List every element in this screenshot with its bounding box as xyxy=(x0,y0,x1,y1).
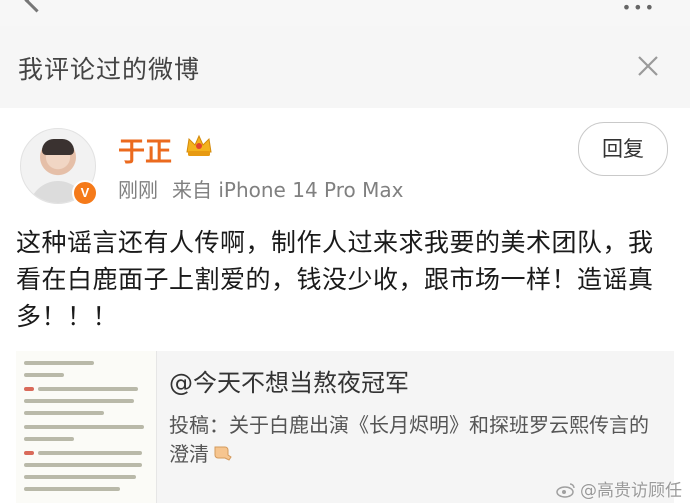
quoted-post-thumbnail[interactable] xyxy=(16,351,157,503)
post-source: 来自 iPhone 14 Pro Max xyxy=(172,178,404,202)
verified-badge-icon: V xyxy=(72,180,98,206)
weibo-logo-icon xyxy=(556,482,576,498)
reply-button[interactable]: 回复 xyxy=(578,122,668,176)
quoted-text: 投稿：关于白鹿出演《长月烬明》和探班罗云熙传言的澄清 xyxy=(169,411,659,469)
post-time: 刚刚 xyxy=(118,178,158,202)
watermark-text: @高贵访顾任 xyxy=(580,481,682,501)
crown-icon xyxy=(184,132,214,158)
close-icon[interactable] xyxy=(636,54,660,78)
quoted-author[interactable]: @今天不想当熬夜冠军 xyxy=(169,363,409,398)
page-header: 我评论过的微博 xyxy=(0,26,690,109)
pointing-down-hand-icon xyxy=(211,442,233,461)
back-icon[interactable] xyxy=(24,0,49,13)
author-name[interactable]: 于正 xyxy=(118,130,172,169)
more-icon[interactable]: ••• xyxy=(622,0,656,17)
avatar-hair xyxy=(42,139,74,155)
page-title: 我评论过的微博 xyxy=(18,55,201,84)
post-meta: 刚刚 来自 iPhone 14 Pro Max xyxy=(118,174,417,203)
post-text: 这种谣言还有人传啊，制作人过来求我要的美术团队，我看在白鹿面子上割爱的，钱没少收… xyxy=(16,228,654,331)
watermark: @高贵访顾任 xyxy=(556,476,682,501)
status-strip: ••• xyxy=(0,0,690,26)
weibo-post-card: V 于正 刚刚 来自 iPhone 14 Pro Max 回复 这种谣言还有人传啊… xyxy=(0,108,690,503)
quoted-text-content: 投稿：关于白鹿出演《长月烬明》和探班罗云熙传言的澄清 xyxy=(169,413,649,466)
